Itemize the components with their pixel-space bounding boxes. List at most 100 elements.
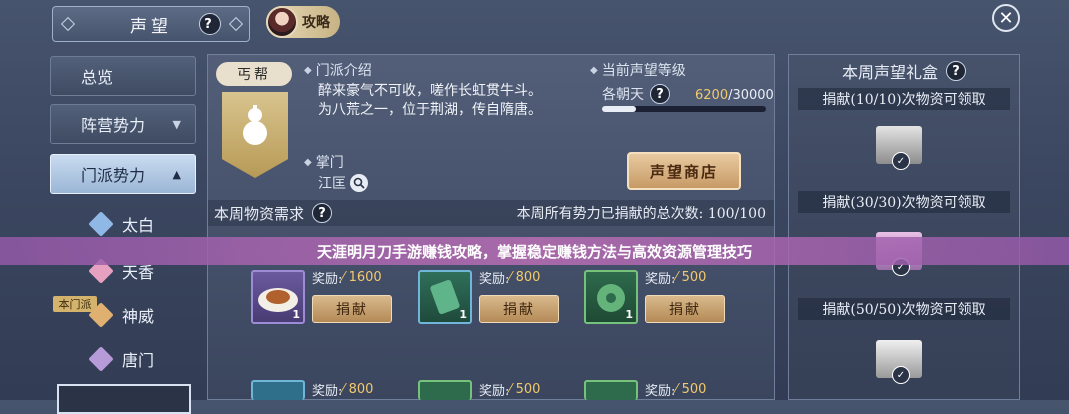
feather-icon: ⁄ (342, 382, 345, 397)
guide-label: 攻略 (302, 15, 330, 31)
reward-value: 500 (515, 382, 541, 397)
sect-description: 醉来豪气不可收，嗟作长虹贯牛斗。 为八荒之一，位于荆湖，传自隋唐。 (318, 82, 542, 120)
reward-value: 1600 (348, 270, 382, 285)
caption-banner: 天涯明月刀手游赚钱攻略，掌握稳定赚钱方法与高效资源管理技巧 (0, 237, 1069, 265)
page-title-plate: 声望 ? (52, 6, 250, 42)
feather-icon: ⁄ (342, 270, 345, 285)
sub-item-shenwei[interactable]: 神威 (88, 300, 155, 330)
help-icon[interactable]: ? (946, 61, 966, 81)
description-line: 醉来豪气不可收，嗟作长虹贯牛斗。 (318, 83, 542, 99)
diamond-icon: ◆ (304, 156, 312, 168)
donate-button[interactable]: 捐献 (645, 295, 725, 323)
reputation-current: 6200 (695, 88, 729, 103)
weekly-demand-bar: 本周物资需求 ? 本周所有势力已捐献的总次数: 100/100 (208, 200, 774, 226)
sub-item-label: 神威 (122, 307, 155, 326)
item-slot[interactable]: 1 (251, 270, 305, 324)
nav-label: 门派势力 (81, 166, 146, 185)
intro-label-text: 门派介绍 (315, 63, 372, 79)
item-qty: 1 (292, 308, 300, 321)
sub-item-taibai[interactable]: 太白 (88, 209, 154, 239)
reward-label: 奖励: (312, 272, 343, 287)
reputation-level: 各朝天 ? (602, 84, 670, 104)
gift-tier-label: 捐献(10/10)次物资可领取 (798, 88, 1010, 110)
reward-label: 奖励: (645, 272, 676, 287)
diamond-icon: ◆ (590, 64, 598, 76)
page-title: 声望 (130, 16, 172, 37)
check-icon: ✓ (892, 366, 910, 384)
taibai-emblem-icon (88, 211, 114, 237)
help-icon[interactable]: ? (312, 203, 333, 223)
check-icon: ✓ (892, 152, 910, 170)
reward-row: 奖励: ⁄ 500 (645, 380, 706, 399)
item-slot[interactable] (584, 380, 638, 400)
guide-button[interactable]: 攻略 (266, 6, 340, 38)
reputation-shop-button[interactable]: 声望商店 (627, 152, 741, 190)
reward-row: 奖励: ⁄ 800 (312, 380, 373, 399)
chevron-up-icon: ▲ (172, 167, 181, 181)
gift-tier-label: 捐献(50/50)次物资可领取 (798, 298, 1010, 320)
feather-icon: ⁄ (675, 382, 678, 397)
reputation-value: 6200/30000 (695, 88, 774, 103)
item-slot[interactable] (418, 380, 472, 400)
diamond-icon: ◆ (304, 64, 312, 76)
own-sect-tag: 本门派 (53, 296, 97, 312)
description-line: 为八荒之一，位于荆湖，传自隋唐。 (318, 102, 542, 118)
reward-value: 800 (515, 270, 541, 285)
weekly-title-text: 本周物资需求 (214, 204, 305, 223)
gift-title: 本周声望礼盒 (841, 63, 938, 82)
reward-value: 500 (681, 382, 707, 397)
feather-icon: ⁄ (509, 270, 512, 285)
nav-label: 总览 (81, 68, 114, 87)
item-slot[interactable]: 1 (418, 270, 472, 324)
nav-overview[interactable]: 总览 (50, 56, 196, 96)
gourd-icon (243, 105, 267, 145)
search-icon[interactable] (350, 174, 368, 192)
reward-value: 500 (681, 270, 707, 285)
leader-label-text: 掌门 (315, 155, 344, 171)
reputation-progress-fill (602, 106, 636, 112)
shenwei-emblem-icon (88, 302, 114, 328)
item-slot[interactable] (251, 380, 305, 400)
reward-row: 奖励: ⁄ 500 (479, 380, 540, 399)
level-name: 各朝天 (602, 87, 644, 103)
right-ornament-icon (228, 16, 244, 32)
reputation-label-text: 当前声望等级 (601, 63, 686, 79)
gift-tier-label: 捐献(30/30)次物资可领取 (798, 191, 1010, 213)
reward-row: 奖励: ⁄ 500 (645, 268, 706, 287)
nav-sect[interactable]: 门派势力 ▲ (50, 154, 196, 194)
item-slot[interactable]: 1 (584, 270, 638, 324)
reward-row: 奖励: ⁄ 1600 (312, 268, 382, 287)
reward-label: 奖励: (312, 384, 343, 399)
reputation-max: /30000 (728, 88, 774, 103)
reward-label: 奖励: (479, 272, 510, 287)
feather-icon: ⁄ (509, 382, 512, 397)
reward-value: 800 (348, 382, 374, 397)
intro-label: ◆ 门派介绍 (304, 60, 372, 80)
help-icon[interactable]: ? (650, 84, 670, 104)
help-icon[interactable]: ? (199, 13, 221, 35)
feather-icon: ⁄ (675, 270, 678, 285)
nav-label: 阵营势力 (81, 116, 146, 135)
leader-name: 江匡 (318, 176, 346, 192)
sub-item-selected[interactable] (57, 384, 191, 414)
donate-button[interactable]: 捐献 (312, 295, 392, 323)
sub-item-tangmen[interactable]: 唐门 (88, 344, 154, 374)
sect-name: 丐帮 (216, 62, 292, 86)
close-button[interactable]: ✕ (992, 4, 1020, 32)
leader-row: 江匡 (318, 173, 368, 193)
reputation-label: ◆ 当前声望等级 (590, 60, 686, 80)
nav-faction[interactable]: 阵营势力 ▼ (50, 104, 196, 144)
chevron-down-icon: ▼ (172, 117, 181, 131)
item-qty: 1 (459, 308, 467, 321)
reward-label: 奖励: (479, 384, 510, 399)
reward-label: 奖励: (645, 384, 676, 399)
left-ornament-icon (60, 16, 76, 32)
donate-button[interactable]: 捐献 (479, 295, 559, 323)
reward-row: 奖励: ⁄ 800 (479, 268, 540, 287)
avatar (266, 6, 298, 38)
gift-chest[interactable]: ✓ (876, 340, 922, 384)
item-qty: 1 (625, 308, 633, 321)
gift-chest[interactable]: ✓ (876, 126, 922, 170)
weekly-total: 本周所有势力已捐献的总次数: 100/100 (516, 206, 766, 222)
gift-header: 本周声望礼盒 ? (796, 58, 1012, 84)
